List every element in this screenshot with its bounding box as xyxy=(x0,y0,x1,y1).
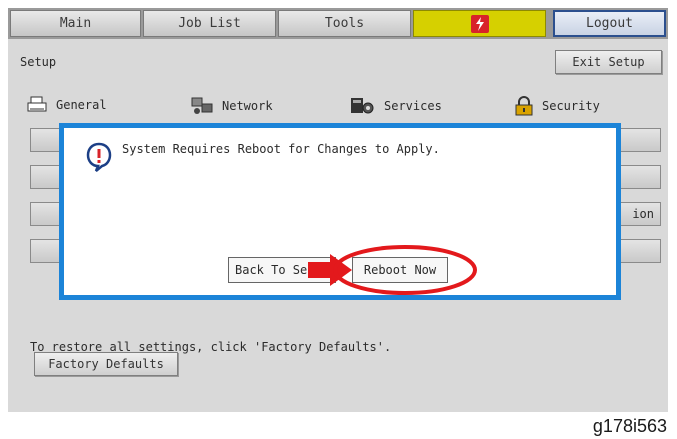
info-icon xyxy=(86,142,112,172)
category-services[interactable]: Services xyxy=(350,96,442,116)
tab-bar: Main Job List Tools Logout xyxy=(8,8,668,39)
back-to-setup-button[interactable]: Back To Se xyxy=(228,257,336,283)
exit-setup-label: Exit Setup xyxy=(572,55,645,69)
figure-caption: g178i563 xyxy=(592,416,667,436)
reboot-now-label: Reboot Now xyxy=(363,263,437,277)
category-general-label: General xyxy=(56,98,107,112)
category-security[interactable]: Security xyxy=(514,96,600,116)
logout-label: Logout xyxy=(586,16,633,31)
category-security-label: Security xyxy=(542,99,600,113)
category-network[interactable]: Network xyxy=(190,96,273,116)
settings-button-6-label: ion xyxy=(632,207,654,221)
factory-defaults-button[interactable]: Factory Defaults xyxy=(34,352,178,376)
printer-icon xyxy=(27,96,47,112)
reboot-now-button[interactable]: Reboot Now xyxy=(352,257,448,283)
factory-defaults-label: Factory Defaults xyxy=(48,357,164,371)
tab-tools-label: Tools xyxy=(324,16,365,31)
services-icon xyxy=(351,98,374,114)
tab-tools[interactable]: Tools xyxy=(278,10,411,37)
back-to-setup-label: Back To Se xyxy=(235,263,308,277)
lock-icon xyxy=(515,96,533,116)
network-icon xyxy=(191,97,213,114)
dialog-message: System Requires Reboot for Changes to Ap… xyxy=(122,142,440,156)
tab-main[interactable]: Main xyxy=(10,10,141,37)
category-network-label: Network xyxy=(222,99,273,113)
category-services-label: Services xyxy=(384,99,442,113)
fiery-logo-icon xyxy=(470,14,489,33)
exit-setup-button[interactable]: Exit Setup xyxy=(555,50,662,74)
logout-button[interactable]: Logout xyxy=(553,10,666,37)
tab-job-list-label: Job List xyxy=(178,16,241,31)
category-general[interactable]: General xyxy=(26,96,107,114)
tab-fiery[interactable] xyxy=(413,10,546,37)
tab-job-list[interactable]: Job List xyxy=(143,10,276,37)
tab-main-label: Main xyxy=(59,16,92,31)
page-title: Setup xyxy=(20,55,57,69)
